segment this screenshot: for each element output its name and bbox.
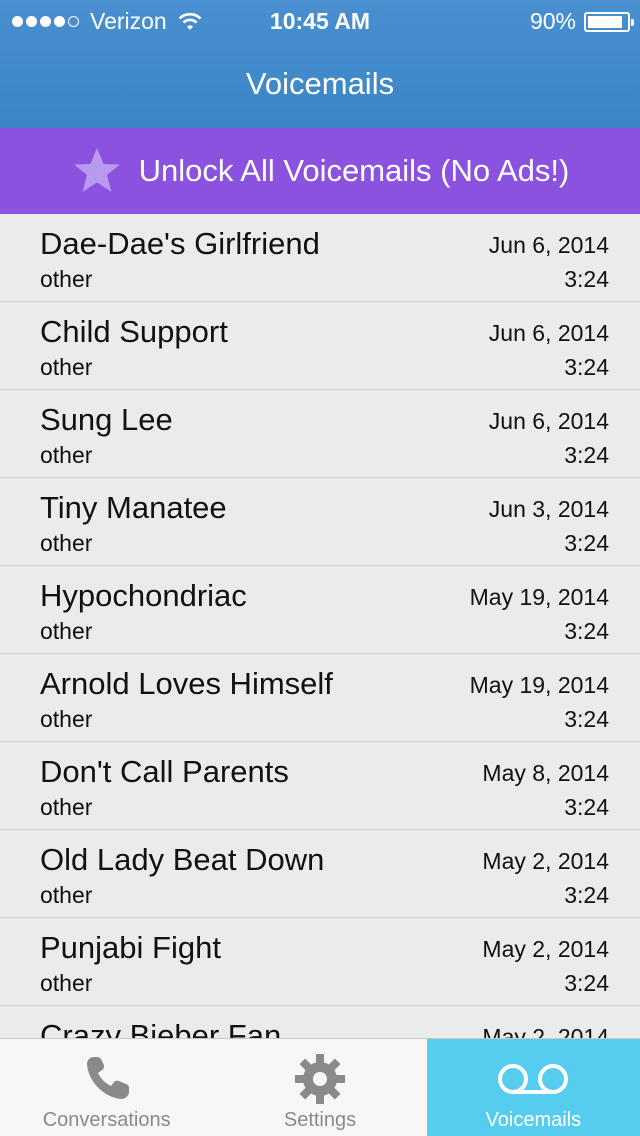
voicemail-row[interactable]: Old Lady Beat Down other May 2, 2014 3:24 xyxy=(0,830,640,918)
voicemail-name: Arnold Loves Himself xyxy=(40,666,333,701)
voicemail-icon xyxy=(498,1064,569,1094)
voicemail-name: Tiny Manatee xyxy=(40,490,227,525)
voicemail-date: Jun 6, 2014 xyxy=(488,408,609,434)
voicemail-type: other xyxy=(40,706,93,732)
voicemail-type: other xyxy=(40,354,93,380)
header: Verizon 10:45 AM 90% Voicemails xyxy=(0,0,640,128)
voicemail-type: other xyxy=(40,882,93,908)
voicemail-row[interactable]: Child Support other Jun 6, 2014 3:24 xyxy=(0,302,640,390)
voicemail-row[interactable]: Hypochondriac other May 19, 2014 3:24 xyxy=(0,566,640,654)
voicemail-name: Crazy Bieber Fan xyxy=(40,1018,282,1038)
tab-label: Voicemails xyxy=(485,1109,582,1131)
phone-icon xyxy=(86,1057,129,1099)
voicemail-name: Hypochondriac xyxy=(40,578,247,613)
voicemail-date: Jun 6, 2014 xyxy=(488,320,609,346)
voicemail-duration: 3:24 xyxy=(564,794,609,820)
voicemail-date: May 2, 2014 xyxy=(482,848,609,874)
tab-conversations[interactable]: Conversations xyxy=(0,1039,213,1136)
voicemail-name: Sung Lee xyxy=(40,402,173,437)
voicemail-type: other xyxy=(40,266,93,292)
voicemail-name: Dae-Dae's Girlfriend xyxy=(40,226,320,261)
tab-voicemails[interactable]: Voicemails xyxy=(426,1039,640,1136)
voicemail-date: May 19, 2014 xyxy=(469,672,609,698)
status-right: 90% xyxy=(529,8,634,35)
voicemail-row[interactable]: Sung Lee other Jun 6, 2014 3:24 xyxy=(0,390,640,478)
voicemail-duration: 3:24 xyxy=(564,618,609,644)
status-bar: Verizon 10:45 AM 90% xyxy=(0,0,640,40)
voicemail-type: other xyxy=(40,442,93,468)
voicemail-row[interactable]: Punjabi Fight other May 2, 2014 3:24 xyxy=(0,918,640,1006)
voicemail-duration: 3:24 xyxy=(564,442,609,468)
unlock-all-banner-button[interactable]: Unlock All Voicemails (No Ads!) xyxy=(0,128,640,214)
tab-label: Conversations xyxy=(42,1109,171,1131)
voicemail-row[interactable]: Arnold Loves Himself other May 19, 2014 3:2… xyxy=(0,654,640,742)
voicemail-duration: 3:24 xyxy=(564,530,609,556)
voicemail-name: Punjabi Fight xyxy=(40,930,221,965)
voicemail-row[interactable]: Crazy Bieber FanotherMay 2, 20143:24 xyxy=(0,1006,640,1038)
battery-percent: 90% xyxy=(529,8,576,34)
unlock-label: Unlock All Voicemails (No Ads!) xyxy=(138,153,570,188)
voicemail-date: Jun 3, 2014 xyxy=(488,496,609,522)
star-icon xyxy=(73,148,120,192)
voicemail-name: Old Lady Beat Down xyxy=(40,842,325,877)
voicemail-date: Jun 6, 2014 xyxy=(488,232,609,258)
voicemail-list[interactable]: Dae-Dae's Girlfriend other Jun 6, 2014 3:24… xyxy=(0,214,640,1038)
voicemail-type: other xyxy=(40,794,93,820)
tab-settings[interactable]: Settings xyxy=(213,1039,426,1136)
tab-label: Settings xyxy=(283,1109,357,1131)
battery-icon xyxy=(584,11,634,32)
gear-icon xyxy=(294,1054,345,1104)
voicemail-date: May 8, 2014 xyxy=(482,760,609,786)
voicemail-type: other xyxy=(40,618,93,644)
voicemail-date: May 19, 2014 xyxy=(469,584,609,610)
voicemail-duration: 3:24 xyxy=(564,882,609,908)
page-title: Voicemails xyxy=(245,66,395,101)
voicemail-duration: 3:24 xyxy=(564,266,609,292)
voicemail-type: other xyxy=(40,970,93,996)
voicemail-date: May 2, 2014 xyxy=(482,1024,609,1038)
voicemail-row[interactable]: Tiny Manatee other Jun 3, 2014 3:24 xyxy=(0,478,640,566)
voicemail-date: May 2, 2014 xyxy=(482,936,609,962)
voicemail-name: Child Support xyxy=(40,314,228,349)
voicemail-duration: 3:24 xyxy=(564,706,609,732)
voicemail-type: other xyxy=(40,530,93,556)
voicemail-name: Don't Call Parents xyxy=(40,754,289,789)
tab-bar: Conversations Settings Voicemails xyxy=(0,1038,640,1136)
voicemail-row[interactable]: Dae-Dae's Girlfriend other Jun 6, 2014 3:24 xyxy=(0,214,640,302)
voicemail-duration: 3:24 xyxy=(564,354,609,380)
voicemail-row[interactable]: Don't Call Parents other May 8, 2014 3:24 xyxy=(0,742,640,830)
voicemail-duration: 3:24 xyxy=(564,970,609,996)
